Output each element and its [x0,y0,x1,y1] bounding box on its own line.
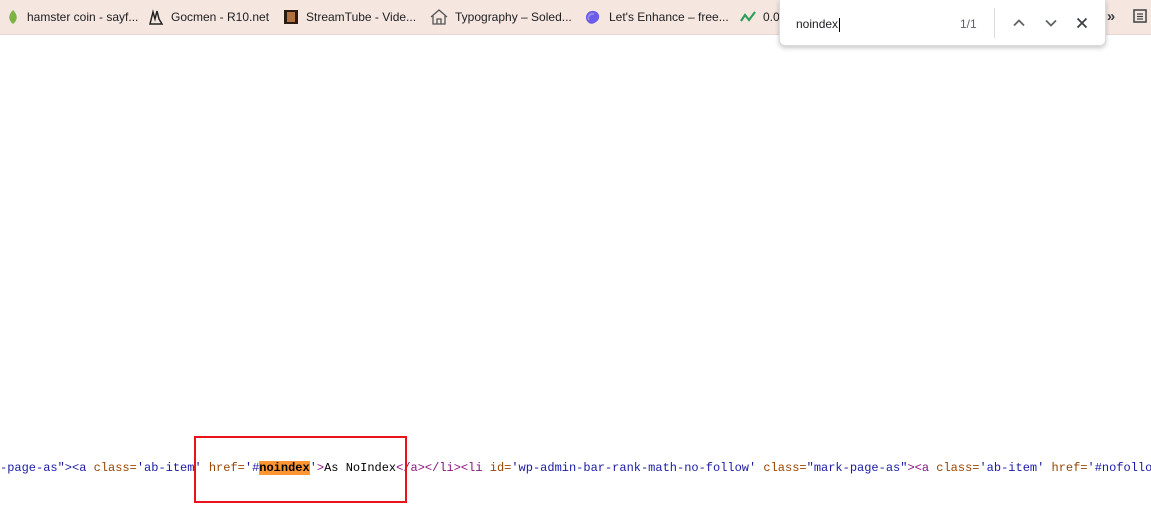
source-code-line: -page-as"><a class='ab-item' href='#noin… [0,460,1151,476]
bookmark-label: StreamTube - Vide... [306,10,417,24]
bookmark-gocmen[interactable]: Gocmen - R10.net [142,3,275,31]
bookmark-lets-enhance[interactable]: Let's Enhance – free... [578,3,735,31]
code-tag: </a></li><li [396,461,490,475]
text-caret [839,17,841,32]
code-attr: id= [489,461,512,475]
find-query-text: noindex [796,17,839,31]
bookmark-label: Typography – Soled... [455,10,572,24]
code-value: "mark-page-as" [806,461,908,475]
leaf-icon [9,10,17,24]
bookmark-label: hamster coin - sayf... [27,10,139,24]
bookmark-label: Let's Enhance – free... [609,10,729,24]
code-tag: ><a [907,461,937,475]
reading-list-icon[interactable] [1132,8,1148,29]
find-input[interactable]: noindex [796,15,946,33]
code-value: 'ab-item' [979,461,1045,475]
fingers-icon [149,9,164,25]
find-bar: noindex 1/1 [779,0,1106,46]
close-icon [1076,17,1088,29]
bookmark-streamtube[interactable]: StreamTube - Vide... [277,3,422,31]
bookmark-label: 0.0 [763,10,780,24]
chevron-up-icon [1013,19,1025,27]
bookmark-hamster-coin[interactable]: hamster coin - sayf... [0,3,144,31]
bookmark-label: Gocmen - R10.net [171,10,270,24]
find-close-button[interactable] [1072,13,1092,33]
annotation-highlight-box [194,436,407,503]
chart-up-icon [740,11,756,22]
code-attr: class= [936,461,980,475]
thumbnail-icon [284,10,298,24]
bookmark-typography[interactable]: Typography – Soled... [424,3,578,31]
blob-icon [585,10,600,24]
code-attr: class= [756,461,807,475]
chevron-down-icon [1045,19,1057,27]
code-value: 'ab-item' [136,461,202,475]
bookmark-chart[interactable]: 0.0 [734,3,786,31]
find-next-button[interactable] [1041,13,1061,33]
code-attr: href= [1044,461,1088,475]
find-divider [994,8,995,38]
house-icon [430,9,448,25]
code-value: '#nofollow' [1087,461,1151,475]
find-match-count: 1/1 [960,17,977,31]
code-fragment: -page-as"><a [0,461,94,475]
code-attr: class= [93,461,137,475]
find-previous-button[interactable] [1009,13,1029,33]
code-value: 'wp-admin-bar-rank-math-no-follow' [511,461,757,475]
